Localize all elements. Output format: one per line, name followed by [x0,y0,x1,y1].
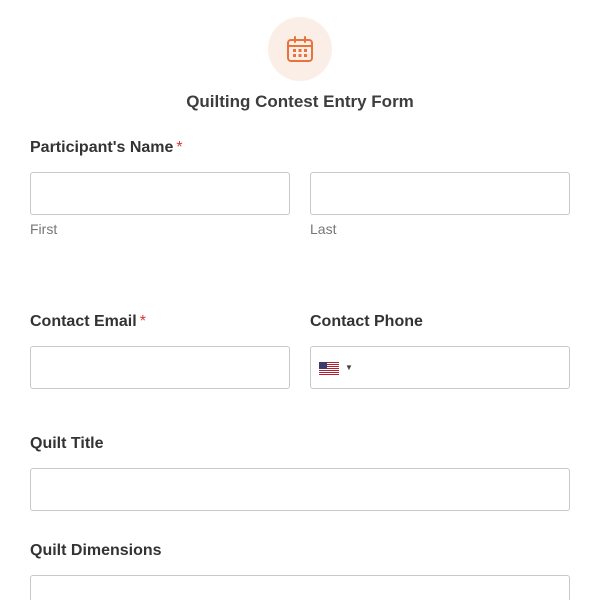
contact-email-label-text: Contact Email [30,313,137,330]
participant-name-label: Participant's Name * [30,139,183,157]
contact-email-input[interactable] [30,346,290,389]
quilt-dimensions-input[interactable] [30,575,570,600]
quilt-title-input[interactable] [30,468,570,511]
contact-phone-label: Contact Phone [310,313,423,330]
calendar-icon [287,36,313,62]
first-name-input[interactable] [30,172,290,215]
caret-down-icon: ▼ [345,363,353,372]
contact-phone-input[interactable] [359,347,569,388]
first-name-sublabel: First [30,221,58,237]
form-title: Quilting Contest Entry Form [186,92,414,111]
required-marker: * [176,139,183,156]
contact-email-label: Contact Email * [30,313,146,331]
contact-phone-field: ▼ [310,346,570,389]
participant-name-label-text: Participant's Name [30,139,174,156]
us-flag-icon [319,361,339,375]
quilt-dimensions-label: Quilt Dimensions [30,542,162,559]
form-header-icon-badge [268,17,332,81]
last-name-sublabel: Last [310,221,337,237]
quilt-title-label: Quilt Title [30,435,104,452]
required-marker: * [139,313,146,330]
country-code-select[interactable]: ▼ [319,360,355,376]
last-name-input[interactable] [310,172,570,215]
